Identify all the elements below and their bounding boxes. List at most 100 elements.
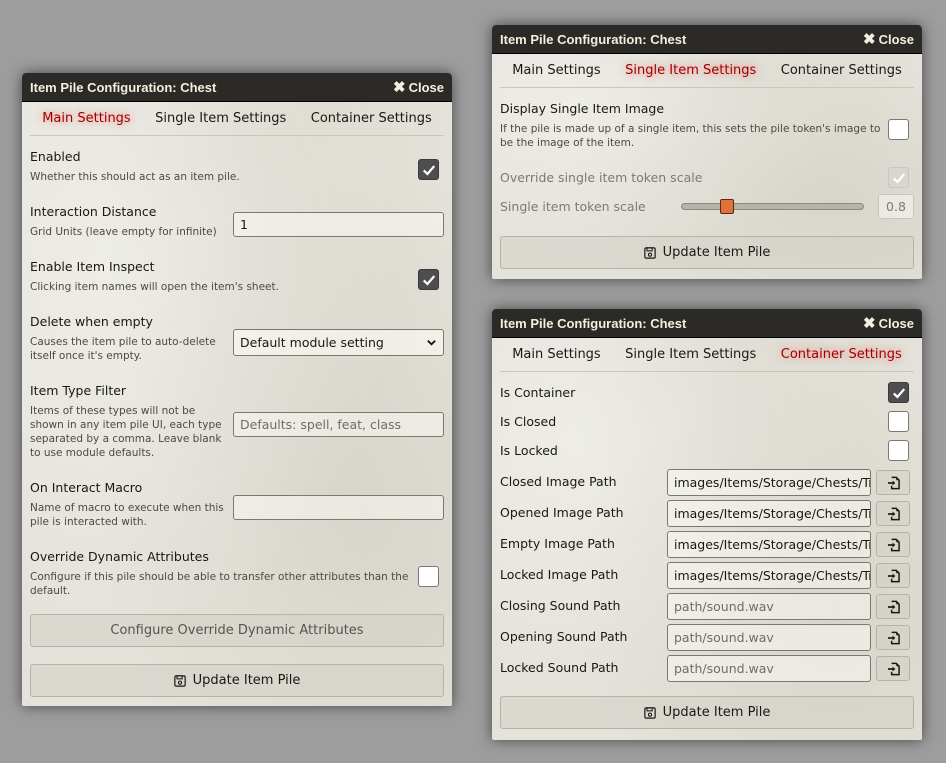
update-label: Update Item Pile: [662, 245, 771, 260]
tab-container-settings[interactable]: Container Settings: [303, 108, 440, 129]
override-dynamic-checkbox[interactable]: [418, 566, 439, 587]
window-title: Item Pile Configuration: Chest: [500, 31, 687, 47]
is-closed-checkbox[interactable]: [888, 411, 909, 432]
token-scale-slider[interactable]: [681, 199, 864, 214]
tab-container-settings[interactable]: Container Settings: [773, 60, 910, 81]
enable-inspect-hint: Clicking item names will open the item's…: [30, 281, 279, 293]
config-window-main: Item Pile Configuration: Chest ✖ Close Ma…: [22, 73, 452, 706]
tab-main-settings[interactable]: Main Settings: [34, 108, 139, 129]
display-single-field: Display Single Item Image If the pile is…: [500, 101, 914, 150]
check-icon: [422, 164, 435, 176]
item-type-filter-input[interactable]: Defaults: spell, feat, class: [233, 412, 444, 437]
tab-container-settings[interactable]: Container Settings: [773, 344, 910, 365]
configure-override-button[interactable]: Configure Override Dynamic Attributes: [30, 614, 444, 647]
is-container-label: Is Container: [500, 385, 576, 400]
is-locked-checkbox[interactable]: [888, 440, 909, 461]
select-value: Default module setting: [240, 335, 384, 350]
update-item-pile-button[interactable]: Update Item Pile: [500, 236, 914, 269]
window-header[interactable]: Item Pile Configuration: Chest ✖ Close: [492, 309, 922, 338]
hint-line: If the pile is made up of a single item,…: [500, 123, 881, 135]
path-input[interactable]: images/Items/Storage/Chests/Tr: [667, 562, 871, 589]
hint-line: Causes the item pile to auto-delete: [30, 336, 216, 348]
hint-line: be the image of the item.: [500, 137, 635, 149]
file-import-icon: [887, 662, 900, 675]
file-import-icon: [887, 476, 900, 489]
path-input[interactable]: images/Items/Storage/Chests/Tr: [667, 469, 871, 496]
file-picker-button[interactable]: [876, 563, 910, 588]
check-icon: [892, 387, 905, 399]
update-item-pile-button[interactable]: Update Item Pile: [30, 664, 444, 697]
tab-single-item-settings[interactable]: Single Item Settings: [147, 108, 294, 129]
tab-single-item-settings[interactable]: Single Item Settings: [617, 344, 764, 365]
update-label: Update Item Pile: [662, 705, 771, 720]
close-label: Close: [878, 31, 914, 47]
update-item-pile-button[interactable]: Update Item Pile: [500, 696, 914, 729]
hint-line: pile is interacted with.: [30, 516, 147, 528]
update-label: Update Item Pile: [192, 673, 301, 688]
override-dynamic-field: Override Dynamic Attributes Configure if…: [30, 549, 444, 598]
hint-line: itself once it's empty.: [30, 350, 142, 362]
override-dynamic-hint: Configure if this pile should be able to…: [30, 570, 444, 598]
file-picker-button[interactable]: [876, 656, 910, 681]
check-icon: [422, 274, 435, 286]
enabled-field: Enabled Whether this should act as an it…: [30, 149, 444, 184]
file-picker-button[interactable]: [876, 625, 910, 650]
delete-when-empty-label: Delete when empty: [30, 314, 153, 329]
is-container-checkbox[interactable]: [888, 382, 909, 403]
on-interact-macro-input[interactable]: [233, 495, 444, 520]
path-input[interactable]: path/sound.wav: [667, 624, 871, 651]
hint-line: default.: [30, 585, 71, 597]
file-picker-button[interactable]: [876, 532, 910, 557]
file-import-icon: [887, 569, 900, 582]
close-button[interactable]: ✖ Close: [393, 80, 444, 95]
close-button[interactable]: ✖ Close: [863, 316, 914, 331]
override-scale-checkbox[interactable]: [888, 167, 909, 188]
file-import-icon: [887, 507, 900, 520]
token-scale-value[interactable]: 0.8: [878, 194, 914, 219]
hint-line: Items of these types will not be: [30, 405, 196, 417]
tab-bar: Main Settings Single Item Settings Conta…: [30, 102, 444, 136]
close-icon: ✖: [863, 30, 876, 48]
slider-thumb[interactable]: [720, 199, 735, 214]
enabled-hint: Whether this should act as an item pile.: [30, 171, 240, 183]
window-header[interactable]: Item Pile Configuration: Chest ✖ Close: [22, 73, 452, 102]
file-import-icon: [887, 600, 900, 613]
on-interact-macro-label: On Interact Macro: [30, 480, 143, 495]
tab-main-settings[interactable]: Main Settings: [504, 344, 609, 365]
file-picker-button[interactable]: [876, 501, 910, 526]
check-icon: [892, 172, 905, 184]
override-scale-label: Override single item token scale: [500, 170, 703, 185]
is-locked-label: Is Locked: [500, 443, 558, 458]
override-dynamic-label: Override Dynamic Attributes: [30, 549, 209, 564]
tab-main-settings[interactable]: Main Settings: [504, 60, 609, 81]
path-input[interactable]: images/Items/Storage/Chests/Tr: [667, 531, 871, 558]
enable-inspect-checkbox[interactable]: [418, 269, 439, 290]
path-input[interactable]: path/sound.wav: [667, 593, 871, 620]
save-icon: [643, 706, 656, 719]
save-icon: [643, 246, 656, 259]
window-header[interactable]: Item Pile Configuration: Chest ✖ Close: [492, 25, 922, 54]
hint-line: separated by a comma. Leave blank: [30, 433, 222, 445]
item-type-filter-label: Item Type Filter: [30, 383, 127, 398]
file-import-icon: [887, 538, 900, 551]
path-input[interactable]: path/sound.wav: [667, 655, 871, 682]
display-single-checkbox[interactable]: [888, 119, 909, 140]
file-import-icon: [887, 631, 900, 644]
enabled-checkbox[interactable]: [418, 159, 439, 180]
tab-single-item-settings[interactable]: Single Item Settings: [617, 60, 764, 81]
window-title: Item Pile Configuration: Chest: [500, 315, 687, 331]
save-icon: [173, 674, 186, 687]
enable-inspect-label: Enable Item Inspect: [30, 259, 155, 274]
interaction-distance-input[interactable]: 1: [233, 212, 444, 237]
file-picker-button[interactable]: [876, 470, 910, 495]
close-button[interactable]: ✖ Close: [863, 32, 914, 47]
tab-bar: Main Settings Single Item Settings Conta…: [500, 338, 914, 372]
close-label: Close: [408, 79, 444, 95]
delete-when-empty-select[interactable]: Default module setting: [233, 329, 444, 356]
window-title: Item Pile Configuration: Chest: [30, 79, 217, 95]
tab-bar: Main Settings Single Item Settings Conta…: [500, 54, 914, 88]
file-picker-button[interactable]: [876, 594, 910, 619]
close-label: Close: [878, 315, 914, 331]
path-input[interactable]: images/Items/Storage/Chests/Tr: [667, 500, 871, 527]
display-single-label: Display Single Item Image: [500, 101, 665, 116]
